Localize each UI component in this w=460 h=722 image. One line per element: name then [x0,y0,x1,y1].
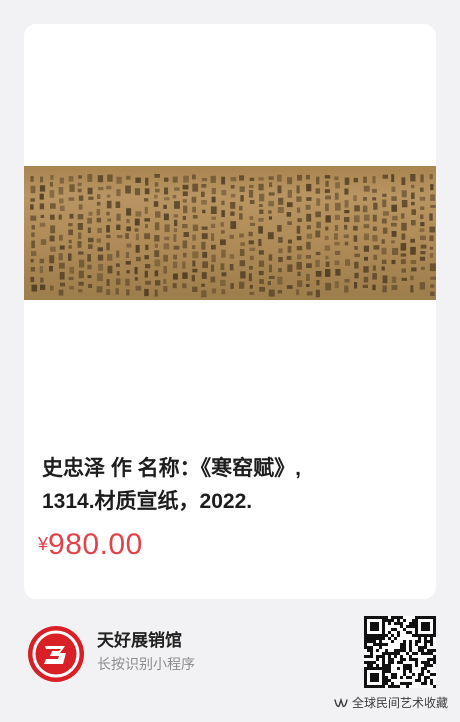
currency-symbol: ¥ [38,534,49,554]
mini-program-footer[interactable]: 天好展销馆 长按识别小程序 全球民间艺术收藏 [0,600,460,722]
product-title: 史忠泽 作 名称：《寒窑赋》, 1314.材质宣纸，2022. [42,452,422,518]
product-title-line-2: 1314.材质宣纸，2022. [42,490,253,513]
shop-logo-icon [28,626,84,682]
product-price: ¥980.00 [38,528,143,562]
product-card[interactable]: 史忠泽 作 名称：《寒窑赋》, 1314.材质宣纸，2022. ¥980.00 [24,24,436,599]
qr-code-icon[interactable] [364,616,436,688]
shop-name: 天好展销馆 [97,631,182,650]
watermark-text: 全球民间艺术收藏 [351,696,448,710]
watermark: 全球民间艺术收藏 [334,694,448,711]
product-image[interactable] [24,166,436,300]
shop-hint: 长按识别小程序 [97,656,195,672]
calligraphy-scroll-image [30,174,436,298]
wechat-channel-icon [334,697,348,707]
price-amount: 980.00 [48,528,143,561]
product-title-line-1: 史忠泽 作 名称：《寒窑赋》, [42,457,302,480]
